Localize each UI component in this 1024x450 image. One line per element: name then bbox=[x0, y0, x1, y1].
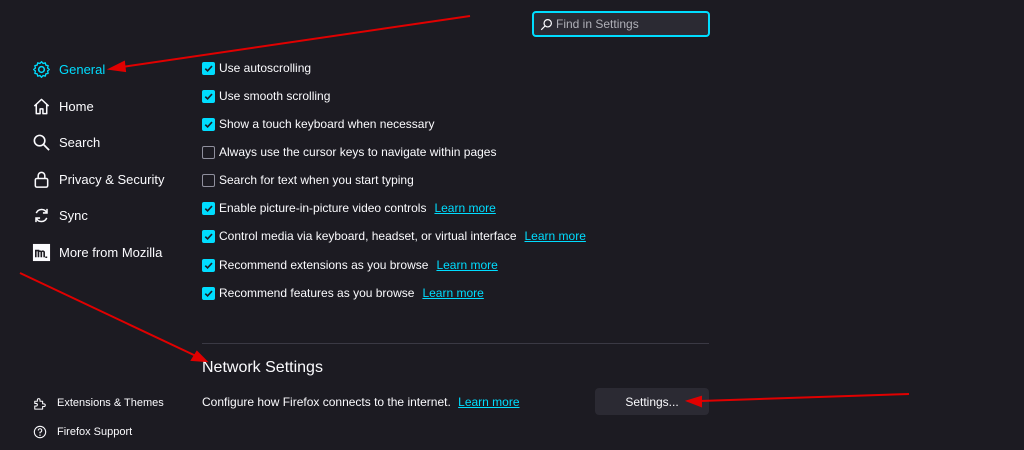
sidebar-item-label: Home bbox=[59, 99, 94, 114]
option-search-typing[interactable]: Search for text when you start typing bbox=[202, 173, 414, 187]
checkmark-icon bbox=[204, 93, 213, 100]
network-settings-title: Network Settings bbox=[202, 359, 323, 376]
checkmark-icon bbox=[204, 290, 213, 297]
option-autoscrolling[interactable]: Use autoscrolling bbox=[202, 61, 311, 75]
option-recommend-features[interactable]: Recommend features as you browse Learn m… bbox=[202, 286, 484, 300]
option-cursor-keys[interactable]: Always use the cursor keys to navigate w… bbox=[202, 145, 496, 159]
checkmark-icon bbox=[204, 121, 213, 128]
learn-more-link[interactable]: Learn more bbox=[434, 201, 495, 215]
sidebar-item-label: More from Mozilla bbox=[59, 245, 163, 260]
sidebar-item-label: General bbox=[59, 62, 106, 77]
annotation-arrow-general bbox=[121, 15, 471, 68]
checkmark-icon bbox=[204, 233, 213, 240]
network-description: Configure how Firefox connects to the in… bbox=[202, 395, 520, 409]
option-label: Search for text when you start typing bbox=[219, 173, 414, 187]
checkbox[interactable] bbox=[202, 145, 215, 159]
sidebar-item-home[interactable]: Home bbox=[32, 97, 94, 116]
checkbox[interactable] bbox=[202, 117, 215, 131]
sync-icon bbox=[35, 208, 48, 223]
annotation-arrows bbox=[19, 15, 910, 408]
checkbox[interactable] bbox=[202, 61, 215, 75]
checkbox[interactable] bbox=[202, 89, 215, 103]
option-media-control[interactable]: Control media via keyboard, headset, or … bbox=[202, 229, 586, 243]
option-touch-keyboard[interactable]: Show a touch keyboard when necessary bbox=[202, 117, 434, 131]
home-icon bbox=[33, 98, 50, 115]
search-icon bbox=[33, 134, 50, 151]
option-recommend-extensions[interactable]: Recommend extensions as you browse Learn… bbox=[202, 258, 498, 272]
option-label: Enable picture-in-picture video controls bbox=[219, 201, 427, 215]
checkmark-icon bbox=[204, 262, 213, 269]
annotation-arrow-network bbox=[19, 272, 197, 357]
option-label: Control media via keyboard, headset, or … bbox=[219, 229, 517, 243]
puzzle-icon bbox=[34, 398, 46, 410]
help-icon bbox=[33, 425, 47, 439]
sidebar-extensions-themes[interactable]: Extensions & Themes bbox=[33, 396, 164, 410]
sidebar-item-label: Sync bbox=[59, 208, 88, 223]
checkbox[interactable] bbox=[202, 173, 215, 187]
sidebar-item-more-from-mozilla[interactable]: More from Mozilla bbox=[32, 243, 162, 262]
annotation-arrow-settings bbox=[699, 393, 910, 402]
search-input[interactable] bbox=[556, 17, 706, 31]
learn-more-link[interactable]: Learn more bbox=[458, 395, 519, 409]
sidebar-footer-label: Firefox Support bbox=[57, 426, 133, 438]
learn-more-link[interactable]: Learn more bbox=[436, 258, 497, 272]
annotation-arrowhead-general bbox=[106, 60, 127, 73]
sidebar-item-sync[interactable]: Sync bbox=[32, 206, 88, 225]
option-label: Show a touch keyboard when necessary bbox=[219, 117, 435, 131]
sidebar-item-general[interactable]: General bbox=[32, 60, 105, 79]
option-label: Use autoscrolling bbox=[219, 61, 312, 75]
checkmark-icon bbox=[204, 205, 213, 212]
learn-more-link[interactable]: Learn more bbox=[422, 286, 483, 300]
checkbox[interactable] bbox=[202, 201, 215, 215]
settings-page: General Home Search Privacy & Security S… bbox=[0, 0, 1024, 450]
sidebar-item-label: Search bbox=[59, 135, 101, 150]
option-picture-in-picture[interactable]: Enable picture-in-picture video controls… bbox=[202, 201, 496, 215]
sidebar-item-label: Privacy & Security bbox=[59, 172, 165, 187]
option-label: Recommend features as you browse bbox=[219, 286, 415, 300]
mozilla-icon bbox=[32, 243, 51, 262]
option-label: Always use the cursor keys to navigate w… bbox=[219, 145, 497, 159]
option-label: Use smooth scrolling bbox=[219, 89, 331, 103]
checkbox[interactable] bbox=[202, 286, 215, 300]
sidebar-item-privacy[interactable]: Privacy & Security bbox=[32, 170, 164, 189]
checkmark-icon bbox=[204, 65, 213, 72]
sidebar-item-search[interactable]: Search bbox=[32, 133, 100, 152]
network-settings-button[interactable]: Settings... bbox=[595, 388, 709, 415]
sidebar-footer-label: Extensions & Themes bbox=[57, 397, 164, 409]
network-description-text: Configure how Firefox connects to the in… bbox=[202, 395, 451, 409]
checkbox[interactable] bbox=[202, 229, 215, 243]
search-box[interactable] bbox=[532, 11, 710, 37]
lock-icon bbox=[34, 171, 49, 188]
learn-more-link[interactable]: Learn more bbox=[525, 229, 586, 243]
option-label: Recommend extensions as you browse bbox=[219, 258, 429, 272]
checkbox[interactable] bbox=[202, 258, 215, 272]
gear-icon bbox=[33, 61, 50, 78]
sidebar-firefox-support[interactable]: Firefox Support bbox=[33, 425, 132, 439]
section-divider bbox=[202, 343, 709, 344]
option-smooth-scrolling[interactable]: Use smooth scrolling bbox=[202, 89, 330, 103]
search-icon bbox=[540, 18, 552, 30]
